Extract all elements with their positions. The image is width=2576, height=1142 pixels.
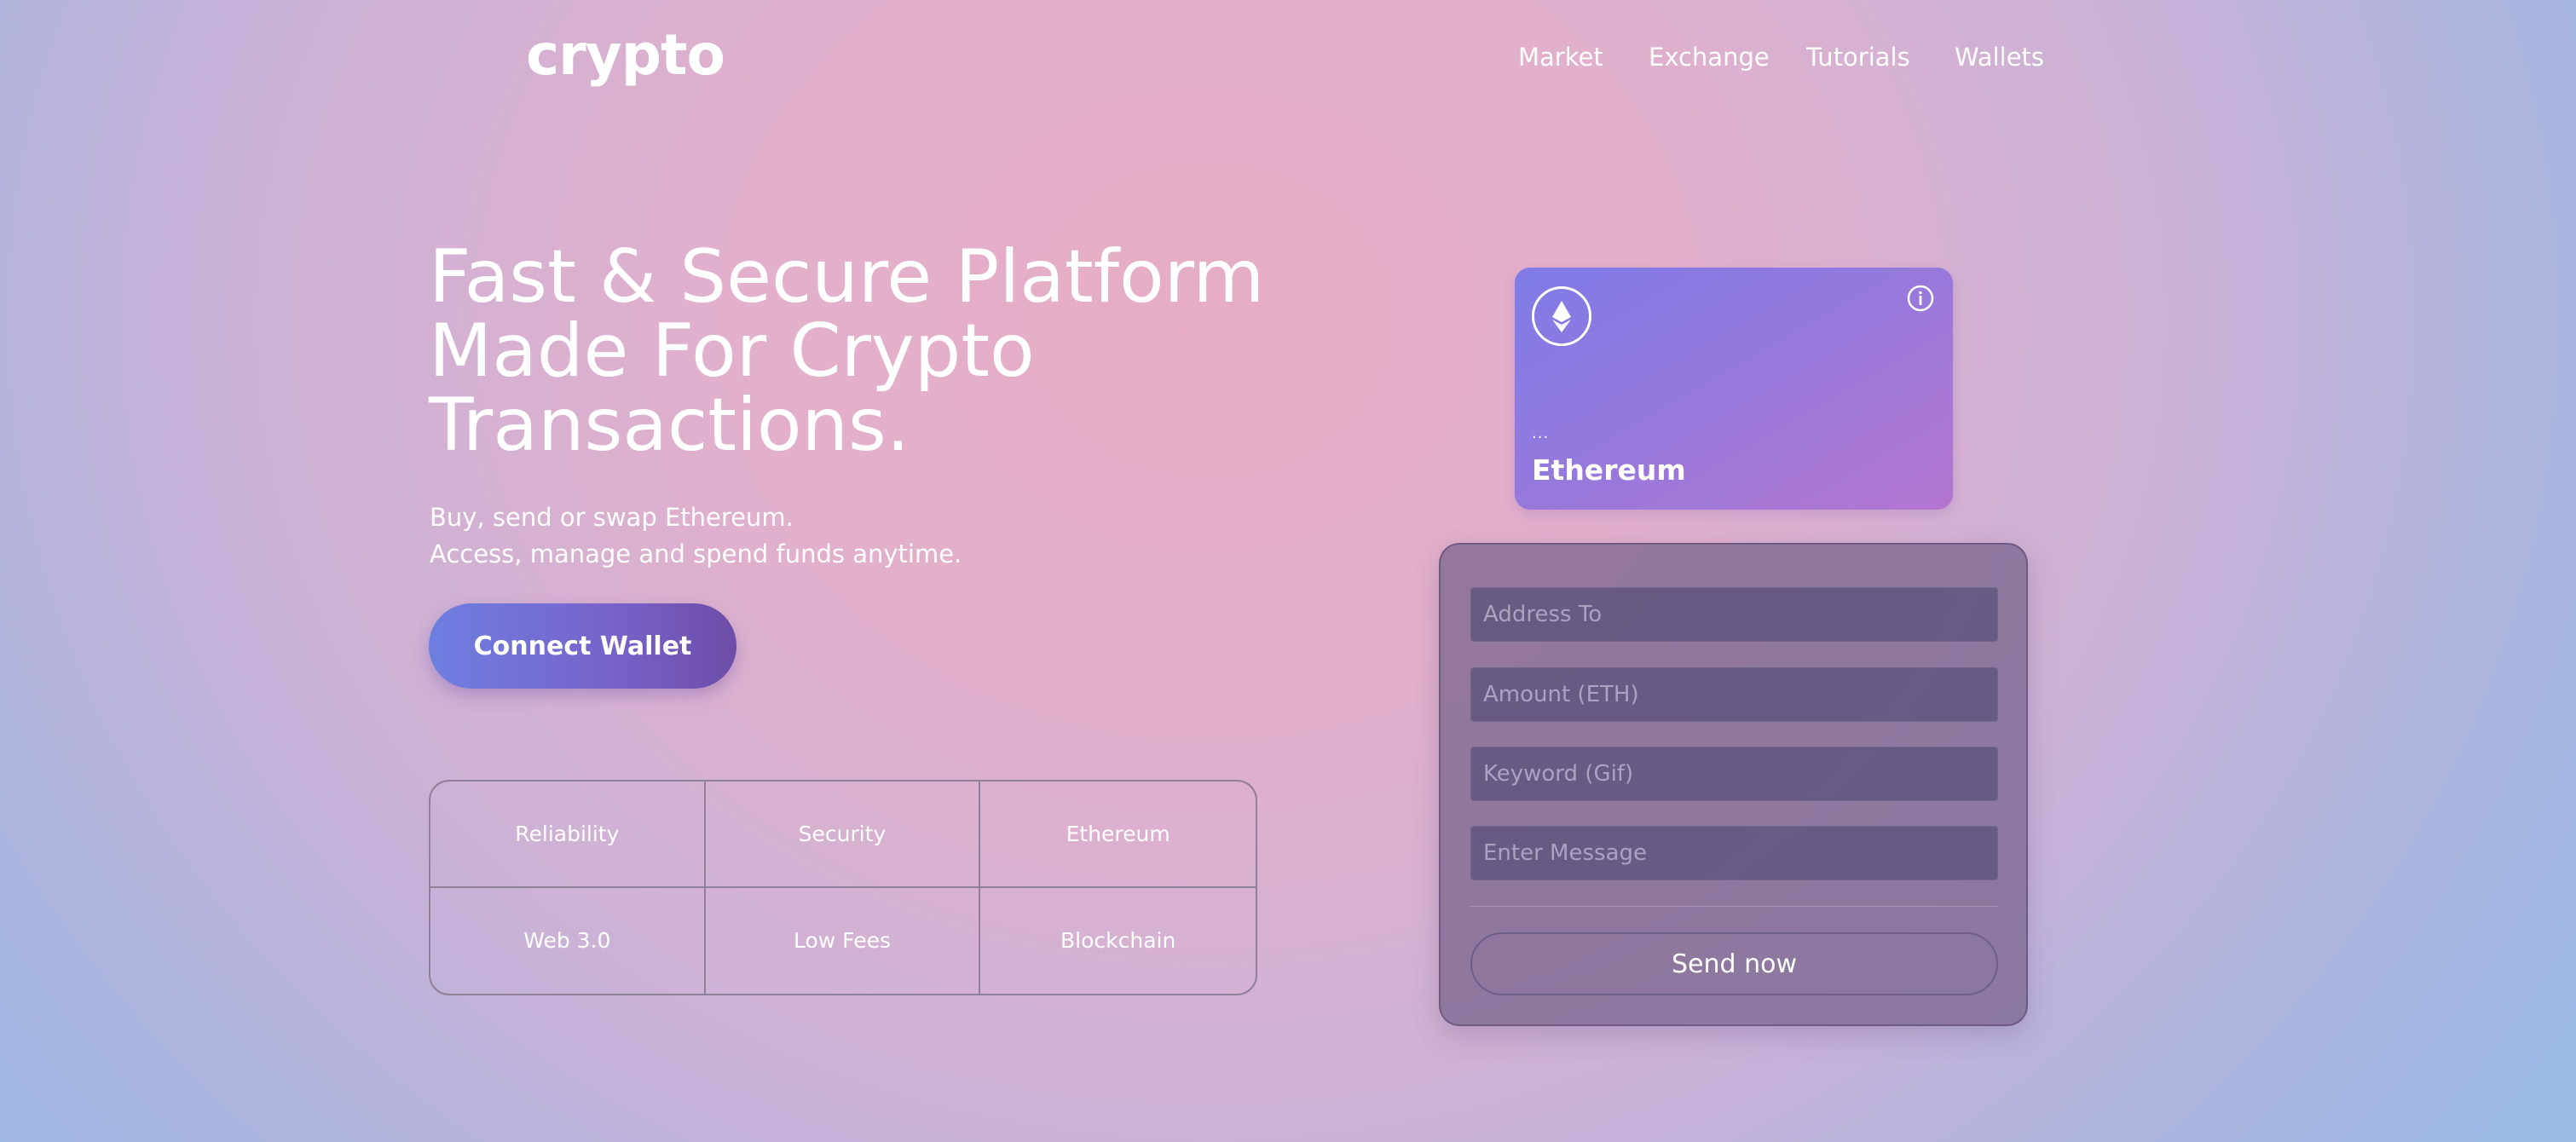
send-form: Address To Amount (ETH) Keyword (Gif) En… xyxy=(1439,543,2028,1026)
brand-logo[interactable]: crypto xyxy=(526,22,725,88)
card-network-name: Ethereum xyxy=(1532,453,1686,487)
message-input[interactable]: Enter Message xyxy=(1470,826,1998,880)
info-icon[interactable] xyxy=(1907,285,1934,312)
connect-wallet-button[interactable]: Connect Wallet xyxy=(429,603,736,689)
ethereum-card: ... Ethereum xyxy=(1515,268,1953,510)
card-address: ... xyxy=(1532,424,1550,442)
nav-exchange[interactable]: Exchange xyxy=(1649,43,1770,72)
features-grid: Reliability Security Ethereum Web 3.0 Lo… xyxy=(429,780,1257,995)
feature-low-fees: Low Fees xyxy=(706,887,981,994)
ethereum-icon xyxy=(1532,286,1591,346)
hero-title-line: Fast & Secure Platform xyxy=(429,234,1265,320)
hero-title: Fast & Secure Platform Made For Crypto T… xyxy=(429,240,1324,463)
hero-title-line: Made For Crypto xyxy=(429,309,1035,394)
nav-market[interactable]: Market xyxy=(1518,43,1603,72)
hero-subtitle-line: Buy, send or swap Ethereum. xyxy=(430,503,794,532)
feature-blockchain: Blockchain xyxy=(1060,928,1176,954)
connect-wallet-label: Connect Wallet xyxy=(473,631,692,661)
hero-title-line: Transactions. xyxy=(429,383,910,468)
nav-tutorials[interactable]: Tutorials xyxy=(1806,43,1910,72)
keyword-input[interactable]: Keyword (Gif) xyxy=(1470,747,1998,801)
address-to-input[interactable]: Address To xyxy=(1470,587,1998,642)
feature-reliability: Reliability xyxy=(430,782,706,888)
feature-security: Security xyxy=(705,782,981,888)
send-now-button[interactable]: Send now xyxy=(1470,932,1998,995)
feature-web3: Web 3.0 xyxy=(430,887,706,994)
feature-ethereum: Ethereum xyxy=(980,782,1256,888)
form-divider xyxy=(1470,906,1998,907)
amount-input[interactable]: Amount (ETH) xyxy=(1470,667,1998,722)
hero-subtitle-line: Access, manage and spend funds anytime. xyxy=(430,539,962,568)
send-now-label: Send now xyxy=(1672,949,1797,979)
nav-wallets[interactable]: Wallets xyxy=(1955,43,2044,72)
